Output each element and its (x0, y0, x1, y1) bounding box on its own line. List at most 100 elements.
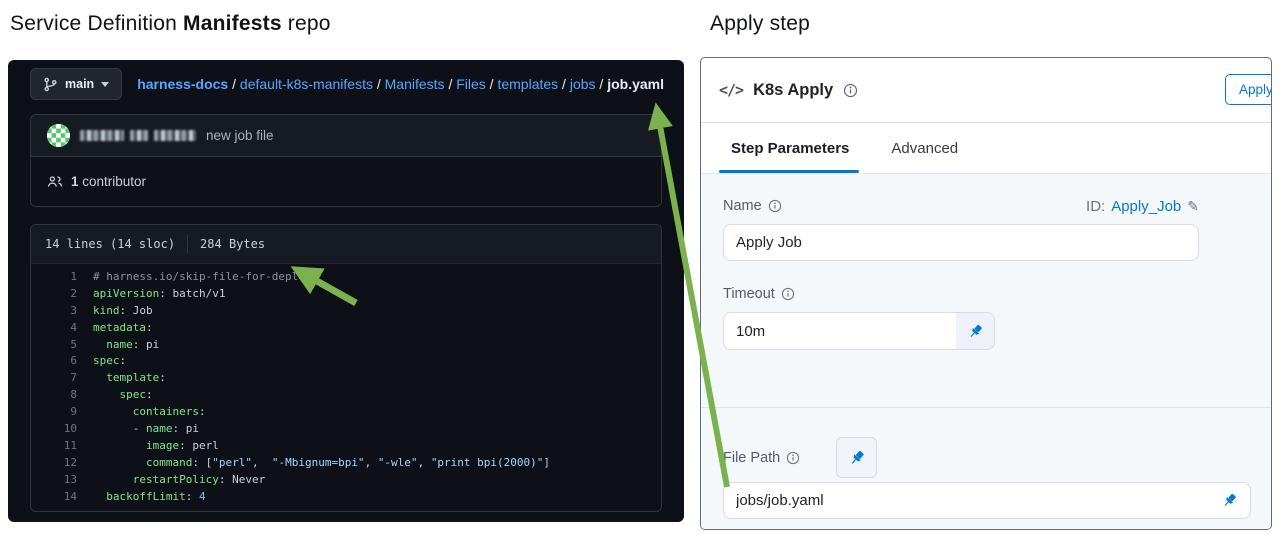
pin-icon[interactable] (1221, 492, 1238, 509)
code-line: 6 spec: (31, 353, 661, 370)
code-text: - name: pi (93, 422, 199, 436)
line-number[interactable]: 10 (31, 421, 93, 438)
line-number[interactable]: 12 (31, 455, 93, 472)
breadcrumb: harness-docs / default-k8s-manifests / M… (137, 76, 664, 92)
code-text: spec: (93, 388, 153, 402)
section-divider (701, 407, 1271, 408)
tab-step-parameters[interactable]: Step Parameters (731, 140, 849, 157)
code-text: template: (93, 371, 166, 385)
line-number[interactable]: 2 (31, 286, 93, 303)
commit-box: new job file 1 contributor (30, 114, 662, 207)
latest-commit-row: new job file (31, 115, 661, 157)
breadcrumb-segment[interactable]: Manifests (385, 76, 445, 92)
code-text: image: perl (93, 438, 219, 452)
code-text: apiVersion: batch/v1 (93, 286, 226, 300)
code-line: 10 - name: pi (31, 421, 661, 438)
step-title: K8s Apply (753, 80, 834, 99)
edit-id-icon[interactable]: ✎ (1187, 198, 1199, 215)
id-prefix: ID: (1086, 198, 1106, 215)
chevron-down-icon (101, 81, 110, 87)
github-file-panel: main harness-docs / default-k8s-manifest… (8, 60, 684, 522)
info-icon[interactable] (768, 199, 782, 213)
avatar[interactable] (47, 124, 70, 147)
code-line: 3 kind: Job (31, 303, 661, 320)
commit-message[interactable]: new job file (206, 128, 274, 143)
line-number[interactable]: 5 (31, 337, 93, 354)
code-line: 11 image: perl (31, 438, 661, 455)
code-line: 13 restartPolicy: Never (31, 472, 661, 489)
code-body: 1 # harness.io/skip-file-for-deploy 2 apiVe… (31, 264, 661, 505)
name-input[interactable] (723, 224, 1199, 261)
pin-icon[interactable] (956, 313, 994, 349)
breadcrumb-separator: / (228, 76, 240, 92)
breadcrumb-segment: job.yaml (607, 76, 664, 92)
code-line: 12 command: ["perl", "-Mbignum=bpi", "-w… (31, 455, 661, 472)
breadcrumb-separator: / (485, 76, 498, 92)
file-path-label: File Path (723, 450, 800, 466)
redacted-author-name (80, 130, 196, 141)
code-text: restartPolicy: Never (93, 472, 266, 486)
tab-advanced[interactable]: Advanced (891, 140, 958, 157)
file-path-input[interactable] (723, 482, 1251, 519)
breadcrumb-segment[interactable]: default-k8s-manifests (240, 76, 373, 92)
code-text: name: pi (93, 337, 160, 351)
code-text: spec: (93, 354, 127, 368)
people-icon (47, 174, 63, 190)
github-topbar: main harness-docs / default-k8s-manifest… (8, 60, 684, 108)
line-number[interactable]: 8 (31, 387, 93, 404)
code-step-icon: </> (719, 81, 744, 99)
file-size-info: 284 Bytes (200, 237, 266, 251)
step-parameters-form: Name ID: Apply_Job ✎ Timeout (701, 173, 1271, 529)
timeout-input[interactable] (724, 313, 956, 349)
timeout-field (723, 312, 995, 350)
breadcrumb-segment[interactable]: jobs (570, 76, 596, 92)
breadcrumb-segment[interactable]: Files (456, 76, 486, 92)
code-line: 14 backoffLimit: 4 (31, 489, 661, 506)
code-line: 7 template: (31, 370, 661, 387)
code-line: 5 name: pi (31, 337, 661, 354)
code-line: 2 apiVersion: batch/v1 (31, 286, 661, 303)
step-tabs: Step Parameters Advanced (701, 123, 1271, 173)
divider (187, 235, 189, 253)
line-number[interactable]: 14 (31, 489, 93, 506)
code-line: 1 # harness.io/skip-file-for-deploy (31, 269, 661, 286)
code-line: 8 spec: (31, 387, 661, 404)
left-heading: Service Definition Manifests repo (10, 12, 331, 35)
timeout-label: Timeout (723, 286, 795, 302)
breadcrumb-segment[interactable]: templates (497, 76, 558, 92)
line-number[interactable]: 7 (31, 370, 93, 387)
step-id-value[interactable]: Apply_Job (1111, 198, 1181, 215)
code-line: 9 containers: (31, 404, 661, 421)
info-icon[interactable] (843, 83, 858, 98)
name-label: Name (723, 198, 782, 214)
line-number[interactable]: 13 (31, 472, 93, 489)
breadcrumb-separator: / (372, 76, 385, 92)
breadcrumb-segment[interactable]: harness-docs (137, 76, 228, 92)
info-icon[interactable] (781, 287, 795, 301)
line-number[interactable]: 6 (31, 353, 93, 370)
info-icon[interactable] (786, 451, 800, 465)
contributor-count[interactable]: 1 contributor (71, 174, 146, 189)
step-id-row: ID: Apply_Job ✎ (1086, 198, 1199, 215)
line-number[interactable]: 11 (31, 438, 93, 455)
screenshot-canvas: { "left": { "heading": {"prefix": "Servi… (0, 0, 1286, 537)
breadcrumb-separator: / (444, 76, 457, 92)
code-text: command: ["perl", "-Mbignum=bpi", "-wle"… (93, 455, 551, 469)
code-line: 4 metadata: (31, 320, 661, 337)
branch-selector-button[interactable]: main (30, 68, 123, 100)
code-text: backoffLimit: 4 (93, 489, 206, 503)
step-header: </> K8s Apply Apply (701, 58, 1271, 123)
code-text: # harness.io/skip-file-for-deploy (93, 270, 312, 283)
code-text: containers: (93, 405, 206, 419)
line-number[interactable]: 4 (31, 320, 93, 337)
line-number[interactable]: 3 (31, 303, 93, 320)
k8s-apply-step-panel: </> K8s Apply Apply Step Parameters Adva… (700, 57, 1272, 530)
line-number[interactable]: 1 (31, 269, 93, 286)
file-lines-info: 14 lines (14 sloc) (45, 237, 176, 251)
git-branch-icon (43, 77, 58, 92)
line-number[interactable]: 9 (31, 404, 93, 421)
apply-changes-button[interactable]: Apply (1225, 74, 1271, 105)
file-path-pin-button[interactable] (836, 437, 877, 478)
breadcrumb-separator: / (558, 76, 570, 92)
branch-name: main (65, 77, 95, 91)
